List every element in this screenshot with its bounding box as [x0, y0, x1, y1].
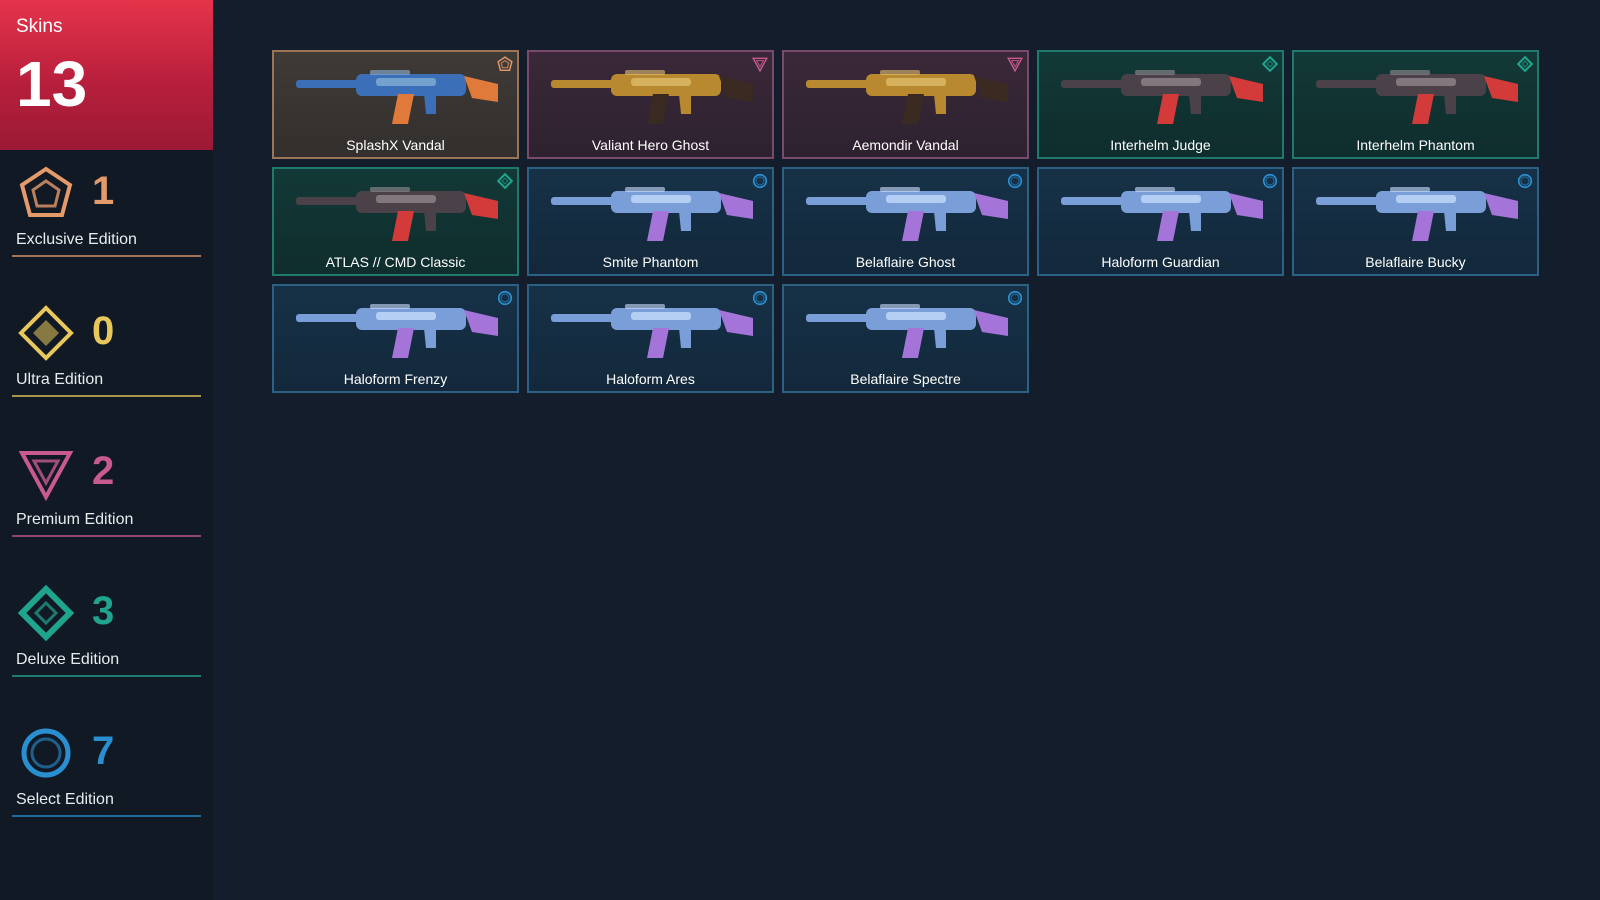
skin-card[interactable]: Smite Phantom [527, 167, 774, 276]
tier-row-deluxe[interactable]: 3 Deluxe Edition [0, 585, 213, 695]
frenzy-weapon-icon [286, 292, 509, 364]
phantom-weapon-icon [541, 175, 764, 247]
guardian-weapon-icon [1051, 175, 1274, 247]
skin-card[interactable]: Belaflaire Spectre [782, 284, 1029, 393]
skin-card[interactable]: Haloform Ares [527, 284, 774, 393]
skin-name: Belaflaire Spectre [850, 371, 961, 387]
ultra-edition-icon [18, 305, 74, 361]
tier-label: Premium Edition [16, 511, 134, 528]
skin-card[interactable]: Interhelm Phantom [1292, 50, 1539, 159]
skin-name: Belaflaire Bucky [1365, 254, 1466, 270]
bucky-weapon-icon [1306, 175, 1529, 247]
phantom-weapon-icon [1306, 58, 1529, 130]
ghost-weapon-icon [541, 58, 764, 130]
select-edition-icon [752, 290, 768, 306]
vandal-weapon-icon [796, 58, 1019, 130]
skin-name: Valiant Hero Ghost [591, 137, 710, 153]
skin-card[interactable]: SplashX Vandal [272, 50, 519, 159]
tier-row-select[interactable]: 7 Select Edition [0, 725, 213, 835]
tier-label: Select Edition [16, 791, 114, 808]
select-edition-icon [1262, 173, 1278, 189]
deluxe-edition-icon [1262, 56, 1278, 72]
deluxe-edition-icon [497, 173, 513, 189]
select-edition-icon [18, 725, 74, 781]
deluxe-edition-icon [18, 585, 74, 641]
skin-name: Aemondir Vandal [852, 137, 959, 153]
select-edition-icon [752, 173, 768, 189]
spectre-weapon-icon [796, 292, 1019, 364]
ghost-weapon-icon [796, 175, 1019, 247]
skin-name: SplashX Vandal [346, 137, 445, 153]
tier-row-premium[interactable]: 2 Premium Edition [0, 445, 213, 555]
skin-card[interactable]: Valiant Hero Ghost [527, 50, 774, 159]
tier-count: 0 [92, 309, 115, 353]
skin-card[interactable]: Belaflaire Ghost [782, 167, 1029, 276]
tier-divider [12, 255, 201, 257]
skin-card[interactable]: Interhelm Judge [1037, 50, 1284, 159]
tier-sidebar: Skins 13 1 Exclusive Edition 0 Ultra Editio… [0, 0, 213, 900]
deluxe-edition-icon [1517, 56, 1533, 72]
tier-divider [12, 815, 201, 817]
tier-row-exclusive[interactable]: 1 Exclusive Edition [0, 165, 213, 275]
skin-name: Smite Phantom [602, 254, 699, 270]
tier-divider [12, 535, 201, 537]
tier-count: 7 [92, 729, 115, 773]
premium-edition-icon [1007, 56, 1023, 72]
tier-divider [12, 675, 201, 677]
tier-count: 3 [92, 589, 115, 633]
tier-count: 2 [92, 449, 115, 493]
tier-label: Ultra Edition [16, 371, 104, 388]
skin-name: Interhelm Judge [1110, 137, 1211, 153]
skin-card[interactable]: Aemondir Vandal [782, 50, 1029, 159]
skin-name: Interhelm Phantom [1356, 137, 1475, 153]
skins-label: Skins [16, 16, 63, 37]
select-edition-icon [497, 290, 513, 306]
ares-weapon-icon [541, 292, 764, 364]
skins-total-count: 13 [16, 48, 88, 120]
judge-weapon-icon [1051, 58, 1274, 130]
classic-weapon-icon [286, 175, 509, 247]
exclusive-edition-icon [497, 56, 513, 72]
select-edition-icon [1517, 173, 1533, 189]
tier-count: 1 [92, 169, 115, 213]
premium-edition-icon [18, 445, 74, 501]
select-edition-icon [1007, 290, 1023, 306]
skin-name: Haloform Guardian [1101, 254, 1220, 270]
tier-label: Deluxe Edition [16, 651, 120, 668]
skin-name: Haloform Ares [606, 371, 695, 387]
skin-card[interactable]: Haloform Guardian [1037, 167, 1284, 276]
exclusive-edition-icon [18, 165, 74, 221]
select-edition-icon [1007, 173, 1023, 189]
premium-edition-icon [752, 56, 768, 72]
skin-name: Belaflaire Ghost [855, 254, 956, 270]
skins-total-panel: Skins 13 [0, 0, 213, 150]
tier-label: Exclusive Edition [16, 231, 137, 248]
skin-name: ATLAS // CMD Classic [325, 254, 466, 270]
skin-grid: SplashX Vandal Valiant Hero Ghost Aemondir… [272, 50, 1542, 393]
skin-name: Haloform Frenzy [343, 371, 448, 387]
skin-card[interactable]: ATLAS // CMD Classic [272, 167, 519, 276]
tier-divider [12, 395, 201, 397]
skin-card[interactable]: Haloform Frenzy [272, 284, 519, 393]
skin-card[interactable]: Belaflaire Bucky [1292, 167, 1539, 276]
tier-row-ultra[interactable]: 0 Ultra Edition [0, 305, 213, 415]
vandal-weapon-icon [286, 58, 509, 130]
